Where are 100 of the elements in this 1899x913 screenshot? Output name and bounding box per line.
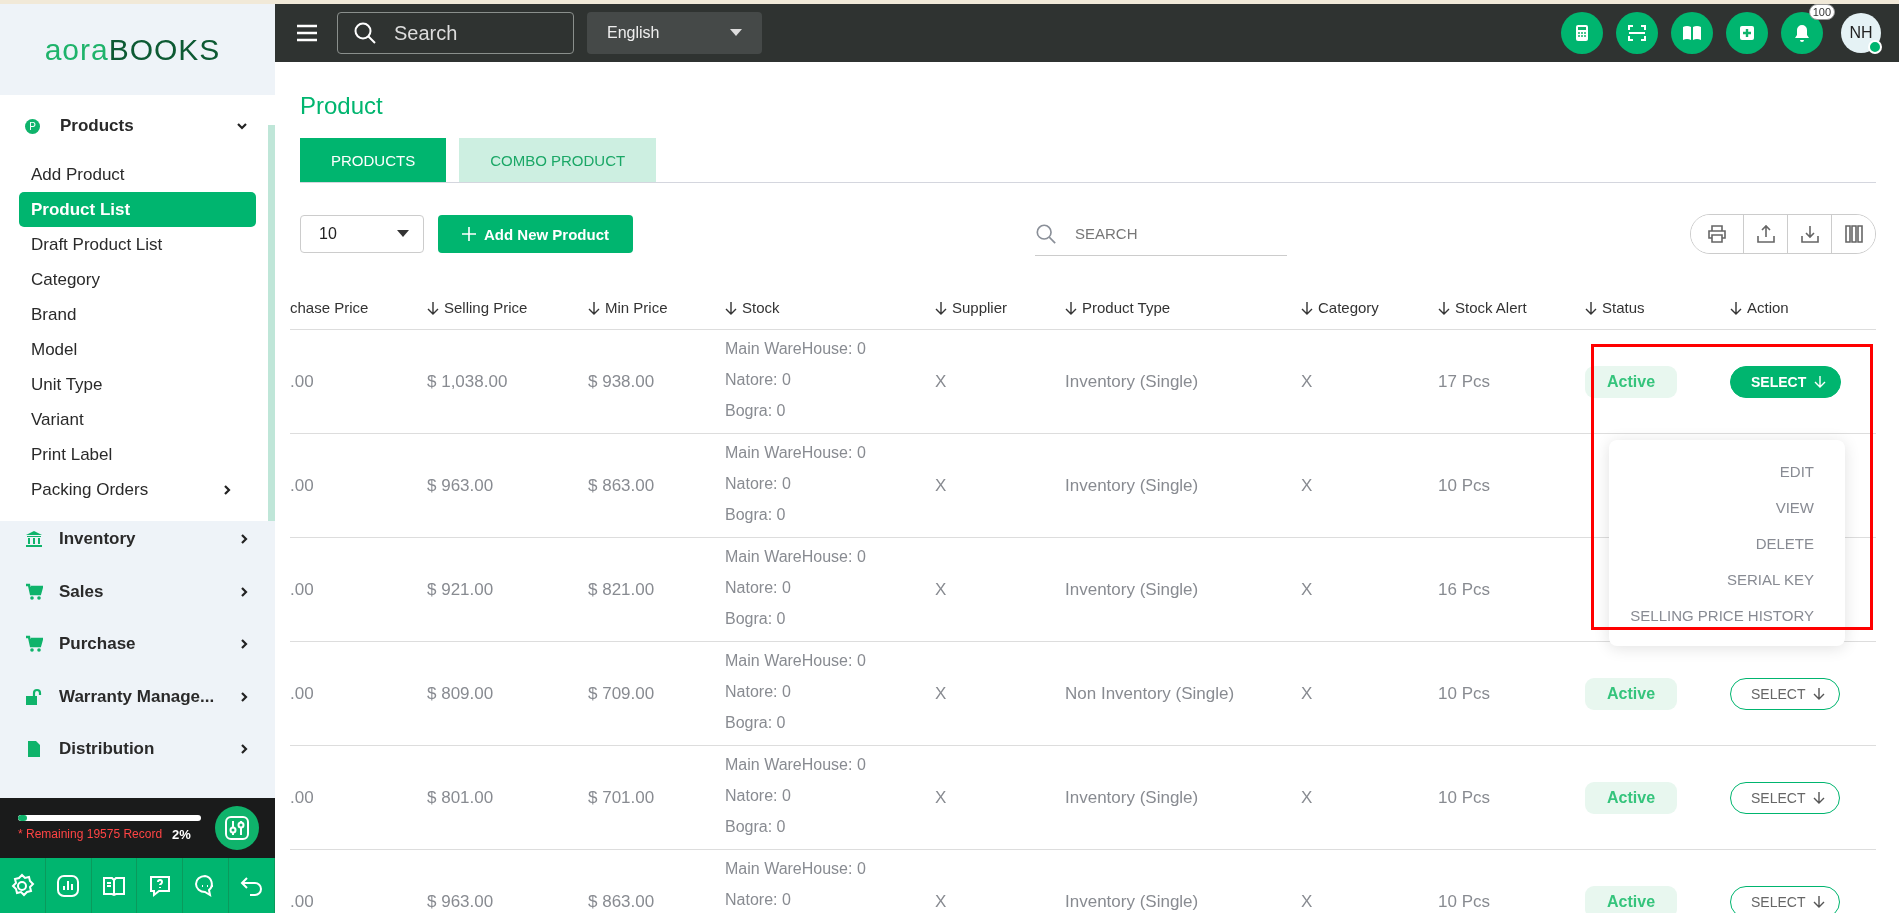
table-cell: .00 — [290, 371, 314, 391]
column-header[interactable]: Min Price — [605, 299, 668, 316]
table-cell: X — [935, 683, 947, 703]
status-badge: Active — [1585, 365, 1678, 398]
sort-arrow-icon[interactable] — [1730, 300, 1742, 315]
bank-icon — [25, 530, 43, 549]
page-title: Product — [300, 92, 384, 120]
table-cell: $ 709.00 — [588, 683, 655, 703]
stock-line: Main WareHouse: 0 — [725, 443, 867, 463]
column-header[interactable]: chase Price — [290, 299, 369, 316]
table-cell: $ 963.00 — [427, 475, 494, 495]
sidebar-item[interactable]: Distribution — [25, 723, 275, 776]
sidebar-item[interactable]: Category — [19, 262, 256, 297]
search-field[interactable]: Search — [337, 12, 574, 54]
column-header[interactable]: Selling Price — [444, 299, 528, 316]
sort-arrow-icon[interactable] — [1438, 300, 1450, 315]
down-arrow-icon — [1814, 375, 1827, 388]
chevron-icon — [239, 638, 249, 651]
table-cell: $ 863.00 — [588, 475, 655, 495]
column-header[interactable]: Supplier — [952, 299, 1008, 316]
sort-arrow-icon[interactable] — [1585, 300, 1597, 315]
search-icon — [353, 21, 377, 45]
sidebar-item[interactable]: Draft Product List — [19, 227, 256, 262]
chevron-icon — [239, 690, 249, 703]
sidebar-item[interactable]: Model — [19, 332, 256, 367]
stock-line: Natore: 0 — [725, 578, 792, 598]
table-cell: X — [1301, 891, 1313, 911]
down-arrow-icon — [1813, 895, 1826, 908]
padlock-icon — [25, 687, 43, 706]
stock-line: Bogra: 0 — [725, 713, 787, 733]
sort-arrow-icon[interactable] — [1301, 300, 1313, 315]
user-avatar[interactable]: NH — [1841, 13, 1881, 53]
notification-count-badge: 100 — [1808, 4, 1835, 20]
table-cell: X — [1301, 787, 1313, 807]
table-cell: $ 821.00 — [588, 579, 655, 599]
table-cell: X — [1301, 371, 1313, 391]
table-cell: .00 — [290, 475, 314, 495]
table-cell: 10 Pcs — [1438, 787, 1490, 807]
cart-icon — [25, 582, 43, 601]
book-icon[interactable] — [1671, 12, 1713, 54]
table-cell: X — [1301, 579, 1313, 599]
table-cell: 17 Pcs — [1438, 371, 1490, 391]
table-cell: 16 Pcs — [1438, 579, 1490, 599]
stock-line: Natore: 0 — [725, 474, 792, 494]
sidebar-item[interactable]: Purchase — [25, 618, 275, 671]
stock-line: Bogra: 0 — [725, 401, 787, 421]
table-cell: Inventory (Single) — [1065, 579, 1199, 599]
table-cell: X — [935, 371, 947, 391]
table-cell: .00 — [290, 891, 314, 911]
table-cell: $ 701.00 — [588, 787, 655, 807]
sidebar-item[interactable]: Add Product — [19, 157, 256, 192]
table-cell: $ 938.00 — [588, 371, 655, 391]
plus-icon[interactable] — [1726, 12, 1768, 54]
page-size-select[interactable]: 10 — [300, 215, 424, 253]
sidebar-item[interactable]: Inventory — [25, 513, 275, 566]
column-header[interactable]: Stock Alert — [1455, 299, 1527, 316]
sort-arrow-icon[interactable] — [427, 300, 439, 315]
column-header[interactable]: Product Type — [1082, 299, 1171, 316]
table-cell: 10 Pcs — [1438, 475, 1490, 495]
columns-icon[interactable] — [1831, 215, 1875, 253]
section-badge: P — [25, 118, 40, 134]
sidebar-item[interactable]: Packing Orders — [19, 472, 256, 507]
column-header[interactable]: Stock — [742, 299, 780, 316]
chevron-icon — [239, 533, 249, 546]
table-cell: $ 809.00 — [427, 683, 494, 703]
sidebar-item[interactable]: Unit Type — [19, 367, 256, 402]
stock-line: Main WareHouse: 0 — [725, 651, 867, 671]
settings-button[interactable] — [215, 806, 259, 850]
chevron-icon — [239, 585, 249, 598]
table-cell: Inventory (Single) — [1065, 475, 1199, 495]
sort-arrow-icon[interactable] — [1065, 300, 1077, 315]
document-icon — [25, 740, 43, 759]
stock-line: Main WareHouse: 0 — [725, 755, 867, 775]
caret-icon — [730, 29, 742, 37]
sidebar-item[interactable]: Print Label — [19, 437, 256, 472]
select-action-button[interactable]: SELECT — [1730, 885, 1841, 913]
select-action-button[interactable]: SELECT — [1730, 677, 1841, 710]
select-action-button[interactable]: SELECT — [1730, 781, 1841, 814]
sidebar-section[interactable]: P Products — [19, 111, 256, 141]
language-select[interactable]: English — [587, 12, 762, 54]
sidebar-item[interactable]: Brand — [19, 297, 256, 332]
table-cell: Inventory (Single) — [1065, 891, 1199, 911]
table-cell: $ 921.00 — [427, 579, 494, 599]
sidebar-item[interactable]: Variant — [19, 402, 256, 437]
scan-icon[interactable] — [1616, 12, 1658, 54]
sort-arrow-icon[interactable] — [725, 300, 737, 315]
table-cell: X — [1301, 475, 1313, 495]
calculator-icon[interactable] — [1561, 12, 1603, 54]
sidebar-item[interactable]: Sales — [25, 565, 275, 618]
column-header[interactable]: Category — [1318, 299, 1379, 316]
column-header[interactable]: Action — [1747, 299, 1789, 316]
scrollbar[interactable] — [268, 125, 275, 521]
sort-arrow-icon[interactable] — [588, 300, 600, 315]
table-cell: .00 — [290, 683, 314, 703]
column-header[interactable]: Status — [1602, 299, 1645, 316]
table-cell: .00 — [290, 579, 314, 599]
menu-icon[interactable] — [296, 24, 318, 42]
sidebar-item[interactable]: Warranty Manage... — [25, 670, 275, 723]
table-cell: Inventory (Single) — [1065, 787, 1199, 807]
sort-arrow-icon[interactable] — [935, 300, 947, 315]
